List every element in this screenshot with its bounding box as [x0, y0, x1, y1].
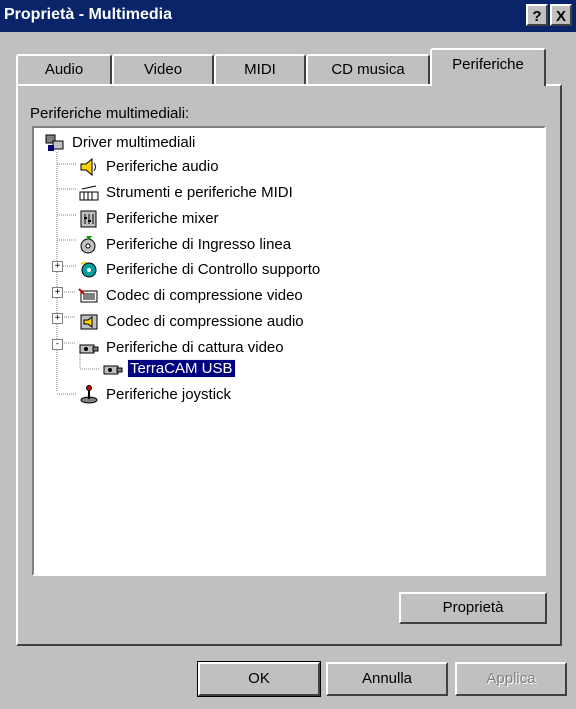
tree-item-label: Strumenti e periferiche MIDI — [106, 184, 293, 202]
close-button[interactable]: X — [550, 4, 572, 26]
tree-item-video-capture[interactable]: Periferiche di cattura video — [78, 337, 286, 359]
tab-cd-musica[interactable]: CD musica — [306, 54, 430, 84]
tree-item-label: Periferiche di Ingresso linea — [106, 236, 292, 254]
tab-midi[interactable]: MIDI — [214, 54, 306, 84]
media-control-icon — [78, 260, 100, 280]
audio-codec-icon — [78, 312, 100, 332]
capture-icon — [78, 338, 100, 358]
tree-root[interactable]: Driver multimediali — [44, 132, 197, 154]
tree-item-label: Periferiche mixer — [106, 210, 219, 228]
tree-item-label: Codec di compressione audio — [106, 313, 304, 331]
midi-icon — [78, 183, 100, 203]
properties-dialog: Proprietà - Multimedia ? X Audio Video M… — [0, 0, 576, 709]
tree-item-media-control[interactable]: Periferiche di Controllo supporto — [78, 259, 322, 281]
ok-button[interactable]: OK — [197, 661, 321, 697]
camera-icon — [102, 359, 124, 379]
video-codec-icon — [78, 286, 100, 306]
tree-item-midi[interactable]: Strumenti e periferiche MIDI — [78, 182, 295, 204]
joystick-icon — [78, 385, 100, 405]
speaker-icon — [78, 157, 100, 177]
expand-toggle[interactable]: + — [52, 287, 63, 298]
devices-group-label: Periferiche multimediali: — [30, 105, 190, 122]
window-title: Proprietà - Multimedia — [4, 6, 173, 23]
mixer-icon — [78, 209, 100, 229]
tree-item-terracam[interactable]: TerraCAM USB — [102, 358, 236, 380]
expand-toggle[interactable]: + — [52, 261, 63, 272]
tree-item-label: Periferiche di cattura video — [106, 339, 284, 357]
collapse-toggle[interactable]: - — [52, 339, 63, 350]
tree-item-audio[interactable]: Periferiche audio — [78, 156, 221, 178]
title-bar[interactable]: Proprietà - Multimedia ? X — [0, 0, 576, 32]
tree-item-mixer[interactable]: Periferiche mixer — [78, 208, 221, 230]
tree-item-audio-codec[interactable]: Codec di compressione audio — [78, 311, 306, 333]
line-in-icon — [78, 235, 100, 255]
tree-root-label: Driver multimediali — [72, 134, 196, 152]
tree-item-label: Codec di compressione video — [106, 287, 303, 305]
expand-toggle[interactable]: + — [52, 313, 63, 324]
tab-video[interactable]: Video — [112, 54, 214, 84]
tree-item-label: TerraCAM USB — [127, 359, 236, 379]
tree-item-joystick[interactable]: Periferiche joystick — [78, 384, 233, 406]
cancel-button[interactable]: Annulla — [326, 662, 448, 696]
help-button[interactable]: ? — [526, 4, 548, 26]
tab-periferiche[interactable]: Periferiche — [430, 48, 546, 86]
properties-button[interactable]: Proprietà — [399, 592, 547, 624]
tree-item-label: Periferiche audio — [106, 158, 219, 176]
tab-audio[interactable]: Audio — [16, 54, 112, 84]
tree-item-label: Periferiche joystick — [106, 386, 232, 404]
tree-item-video-codec[interactable]: Codec di compressione video — [78, 285, 305, 307]
multimedia-drivers-icon — [44, 133, 66, 153]
tree-item-line-in[interactable]: Periferiche di Ingresso linea — [78, 234, 293, 256]
tree-item-label: Periferiche di Controllo supporto — [106, 261, 321, 279]
apply-button[interactable]: Applica — [455, 662, 567, 696]
